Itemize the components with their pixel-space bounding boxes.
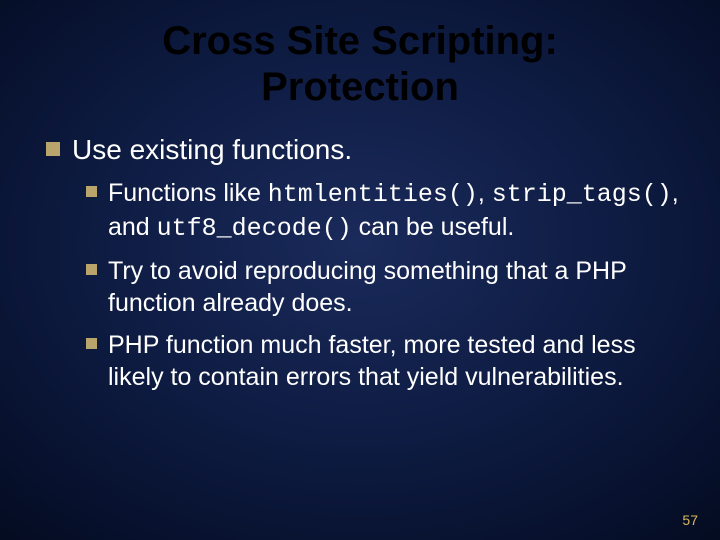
text-fragment: , (478, 179, 492, 207)
title-line-1: Cross Site Scripting: (162, 19, 558, 63)
slide-title: Cross Site Scripting: Protection (40, 18, 680, 110)
bullet-level1: Use existing functions. (46, 132, 680, 167)
code-fn-utf8-decode: utf8_decode() (157, 214, 352, 243)
bullet-icon (86, 264, 97, 275)
bullet-level2-item: Try to avoid reproducing something that … (86, 255, 680, 319)
bullet-text-main: Use existing functions. (72, 132, 352, 167)
bullet-text-sub1: Functions like htmlentities(), strip_tag… (108, 177, 680, 245)
bullet-icon (46, 142, 60, 156)
bullet-icon (86, 338, 97, 349)
text-fragment: can be useful. (352, 213, 515, 241)
bullet-level2-item: Functions like htmlentities(), strip_tag… (86, 177, 680, 245)
bullet-text-sub3: PHP function much faster, more tested an… (108, 329, 680, 393)
bullet-icon (86, 186, 97, 197)
bullet-level2-item: PHP function much faster, more tested an… (86, 329, 680, 393)
text-fragment: Functions like (108, 179, 268, 207)
code-fn-htmlentities: htmlentities() (268, 180, 478, 209)
bullet-text-sub2: Try to avoid reproducing something that … (108, 255, 680, 319)
page-number: 57 (682, 512, 698, 528)
slide: Cross Site Scripting: Protection Use exi… (0, 0, 720, 540)
code-fn-strip-tags: strip_tags() (492, 180, 672, 209)
title-line-2: Protection (261, 65, 459, 109)
